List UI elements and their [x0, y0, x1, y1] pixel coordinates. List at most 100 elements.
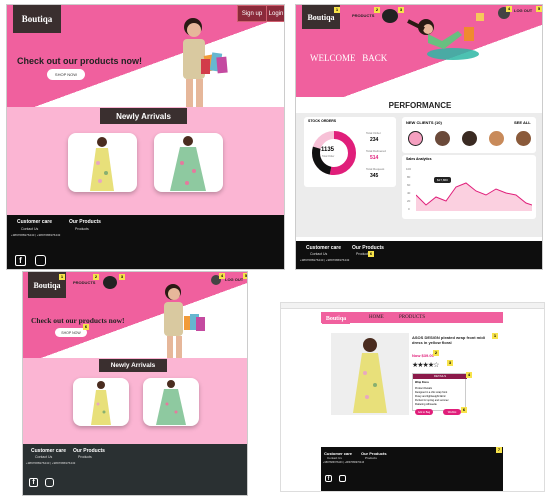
brand-logo[interactable]: Boutiqa	[322, 313, 350, 324]
product-card[interactable]	[143, 378, 199, 426]
annotation-badge: 6	[368, 251, 374, 257]
logout-button[interactable]: LOG OUT	[514, 8, 532, 13]
y-tick: 100	[406, 167, 412, 171]
footer-our-products: Our Products	[73, 448, 105, 454]
donut-center-label: Total Order	[322, 155, 335, 158]
detail-line: Product Details	[415, 387, 432, 390]
product-card[interactable]	[68, 133, 137, 192]
shop-now-button[interactable]: SHOP NOW	[47, 69, 85, 80]
product-card[interactable]	[154, 133, 223, 192]
facebook-icon[interactable]: f	[29, 478, 38, 487]
product-title: ASOS DESIGN pleated wrap front midi dres…	[412, 335, 485, 345]
welcome-text: WELCOME BACK	[310, 53, 388, 63]
annotation-badge: 4	[506, 6, 512, 12]
green-dress-image	[156, 380, 186, 425]
annotation-badge: 3	[447, 360, 453, 366]
y-tick: 0	[408, 207, 410, 211]
stock-orders-title: STOCK ORDERS	[308, 119, 337, 123]
panel-product-detail: Boutiqa HOME PRODUCTS ASOS DESIGN pleate…	[280, 302, 545, 492]
footer-customer-care: Customer care	[306, 245, 342, 251]
green-dress-image	[170, 136, 206, 191]
login-button[interactable]: Login	[266, 5, 284, 22]
sales-analytics-card: Sales Analytics 100 80 60 40 20 0 $27,86…	[402, 155, 536, 219]
envelope-icon[interactable]	[103, 276, 117, 289]
detail-line: Flattering silhouette	[415, 403, 437, 406]
new-clients-card: NEW CLIENTS (10) SEE ALL	[402, 117, 536, 153]
details-box: DETAILS Wrap Dress Product Details Desig…	[412, 373, 467, 411]
footer-products-link[interactable]: Products	[365, 456, 377, 460]
instagram-icon[interactable]	[339, 475, 346, 482]
signup-button[interactable]: Sign up	[237, 5, 267, 22]
instagram-icon[interactable]	[45, 478, 54, 487]
annotation-badge: 1	[334, 7, 340, 13]
rating-stars[interactable]: ★★★★☆	[412, 361, 439, 369]
footer-phones: +9897686976443 | +9897686976443	[300, 258, 350, 262]
instagram-icon[interactable]	[35, 255, 46, 266]
sales-line-chart	[416, 182, 532, 211]
stat-value: 234	[370, 137, 379, 143]
hero-heading: Check out our products now!	[17, 56, 142, 66]
stat-label: Total Delivered	[366, 149, 386, 153]
annotation-badge: 7	[496, 447, 502, 453]
site-footer: Customer care Contact Us +9897686976443 …	[7, 215, 284, 269]
nav-products-link[interactable]: PRODUCTS	[73, 280, 95, 285]
section-title: Newly Arrivals	[99, 359, 167, 372]
detail-line: Flowy and lightweight fabric	[415, 395, 446, 398]
site-footer: Customer care Contact Us +9897686976443 …	[23, 444, 247, 495]
client-avatar[interactable]	[489, 131, 504, 146]
donut-chart	[312, 131, 356, 175]
client-avatar[interactable]	[516, 131, 531, 146]
hero-woman-image	[164, 284, 205, 358]
footer-products-link[interactable]: Products	[78, 455, 92, 459]
footer-contact-link[interactable]: Contact Us	[21, 227, 38, 231]
annotation-badge: 2	[374, 7, 380, 13]
detail-line: Wrap Dress	[415, 381, 429, 384]
new-clients-title: NEW CLIENTS (10)	[406, 120, 442, 125]
footer-products-link[interactable]: Products	[75, 227, 89, 231]
annotation-badge: 5	[536, 6, 542, 12]
stat-label: Total Order	[366, 131, 381, 135]
annotation-badge: 5	[243, 273, 248, 279]
footer-contact-link[interactable]: Contact Us	[327, 456, 342, 460]
footer-customer-care: Customer care	[31, 448, 67, 454]
detail-line: Designed in a chic wrap front	[415, 391, 448, 394]
footer-contact-link[interactable]: Contact Us	[310, 252, 327, 256]
hero-heading: Check out our products now!	[31, 316, 125, 325]
sales-analytics-title: Sales Analytics	[406, 157, 432, 161]
yellow-dress-image	[90, 137, 114, 191]
see-all-link[interactable]: SEE ALL	[514, 120, 531, 125]
product-price: Now $39.00	[412, 353, 434, 358]
footer-phones: +9897686976443 | +9897686976443	[26, 461, 76, 465]
wishlist-button[interactable]: Wishlist	[443, 409, 461, 415]
browser-bar	[281, 303, 544, 309]
envelope-icon[interactable]	[382, 9, 398, 23]
details-header[interactable]: DETAILS	[413, 374, 467, 379]
product-model-image	[331, 333, 409, 415]
logout-button[interactable]: LOG OUT	[225, 277, 243, 282]
footer-our-products: Our Products	[69, 219, 101, 225]
client-avatar[interactable]	[462, 131, 477, 146]
nav-products-link[interactable]: PRODUCTS	[399, 315, 425, 320]
annotation-badge: 6	[83, 324, 89, 330]
annotation-badge: 2	[433, 350, 439, 356]
brand-logo[interactable]: Boutiqa	[13, 5, 61, 33]
client-avatar[interactable]	[435, 131, 450, 146]
performance-header: PERFORMANCE	[388, 101, 452, 110]
y-tick: 20	[407, 199, 411, 203]
product-card[interactable]	[73, 378, 129, 426]
footer-phones: +9897686976443 | +9897686976443	[11, 233, 61, 237]
footer-contact-link[interactable]: Contact Us	[35, 455, 52, 459]
nav-home-link[interactable]: HOME	[369, 315, 384, 320]
site-footer: Customer care Contact Us +9897686976443 …	[296, 241, 542, 269]
client-avatar[interactable]	[408, 131, 423, 146]
nav-products-link[interactable]: PRODUCTS	[352, 13, 374, 18]
illustration-woman-jumping	[407, 13, 484, 60]
stat-value: 514	[370, 155, 379, 161]
facebook-icon[interactable]: f	[15, 255, 26, 266]
add-to-bag-button[interactable]: Add to Bag	[415, 409, 433, 415]
site-footer: Customer care Contact Us +9897686976443 …	[321, 447, 503, 491]
panel-home-user: Boutiqa 1 PRODUCTS 2 3 4 LOG OUT 5 Check…	[22, 271, 248, 496]
annotation-badge: 1	[492, 333, 498, 339]
y-tick: 80	[407, 175, 411, 179]
facebook-icon[interactable]: f	[325, 475, 332, 482]
